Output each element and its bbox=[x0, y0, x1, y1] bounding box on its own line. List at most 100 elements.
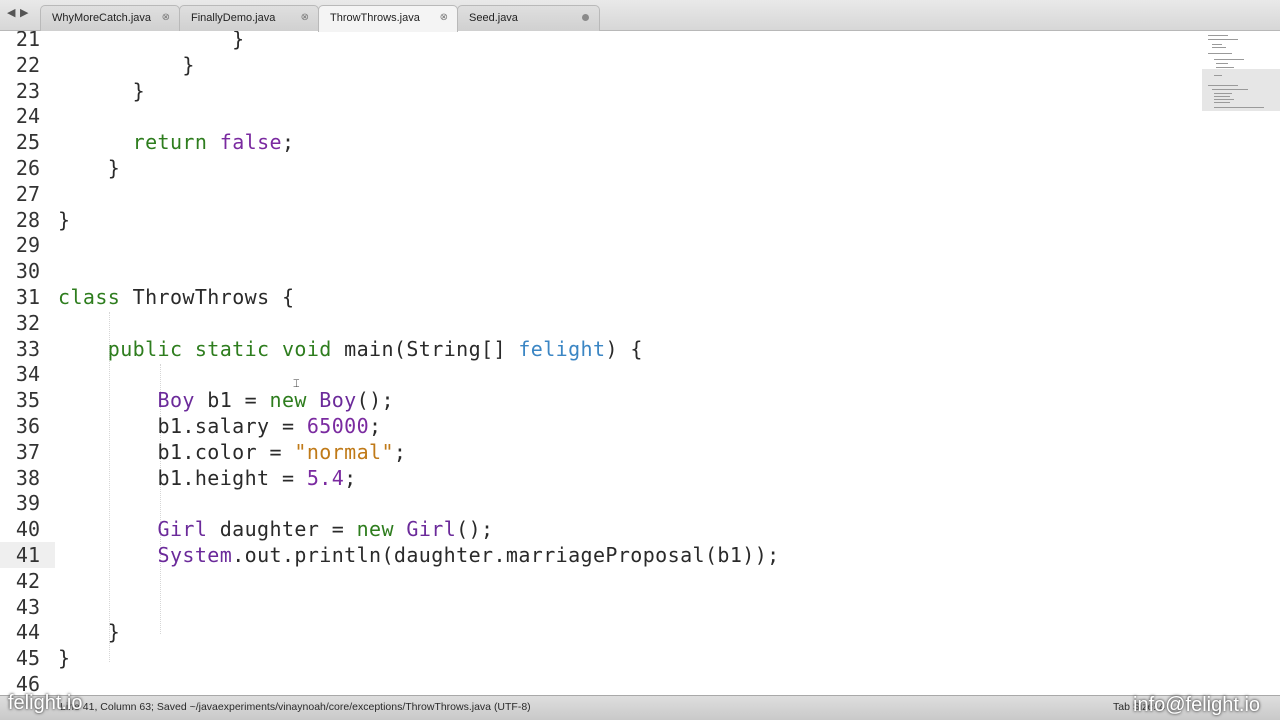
code-line[interactable]: } bbox=[58, 619, 120, 645]
close-icon[interactable]: ⊗ bbox=[162, 12, 170, 23]
code-token: ThrowThrows { bbox=[120, 285, 295, 309]
code-token: public static void bbox=[107, 336, 332, 361]
line-number: 25 bbox=[15, 130, 40, 155]
line-number: 39 bbox=[15, 491, 40, 516]
code-line[interactable]: } bbox=[58, 31, 245, 52]
tab-label: WhyMoreCatch.java bbox=[52, 12, 152, 24]
code-line[interactable]: b1.height = 5.4; bbox=[58, 465, 357, 491]
minimap[interactable] bbox=[1200, 31, 1280, 695]
code-line[interactable]: b1.color = "normal"; bbox=[58, 439, 406, 465]
code-token: System bbox=[157, 543, 233, 567]
code-editor[interactable]: 21 } 22 } 23 } 24 25 return false; 26 } 27 28} 2… bbox=[0, 31, 1200, 695]
tab-label: ThrowThrows.java bbox=[330, 12, 420, 24]
code-token: new bbox=[269, 388, 307, 413]
close-icon[interactable]: ⊗ bbox=[301, 12, 309, 23]
code-token: class bbox=[58, 285, 121, 309]
code-token: b1.salary = bbox=[58, 414, 307, 438]
code-line[interactable]: b1.salary = 65000; bbox=[58, 413, 382, 439]
code-token: } bbox=[58, 646, 71, 671]
code-line[interactable]: } bbox=[58, 155, 120, 181]
line-number: 40 bbox=[15, 517, 40, 542]
line-number: 36 bbox=[15, 414, 40, 438]
line-number: 35 bbox=[15, 388, 40, 413]
tab-whymorecatch[interactable]: WhyMoreCatch.java ⊗ bbox=[40, 5, 180, 31]
code-line[interactable]: } bbox=[58, 207, 70, 233]
code-line[interactable]: public static void main(String[] felight… bbox=[58, 336, 643, 362]
code-token: felight bbox=[518, 336, 606, 361]
code-token: ; bbox=[281, 130, 295, 155]
line-number: 31 bbox=[15, 285, 40, 309]
code-token: Girl bbox=[157, 517, 208, 542]
code-token: ) { bbox=[605, 336, 643, 361]
line-number: 41 bbox=[15, 543, 40, 567]
tab-finallydemo[interactable]: FinallyDemo.java ⊗ bbox=[179, 5, 319, 31]
line-number: 32 bbox=[15, 310, 40, 335]
code-token: "normal" bbox=[294, 439, 394, 464]
code-line[interactable]: } bbox=[58, 78, 145, 104]
text-cursor-icon: ⌶ bbox=[293, 378, 300, 390]
line-number: 26 bbox=[15, 156, 40, 180]
code-token: } bbox=[58, 156, 121, 180]
code-token: 5.4 bbox=[306, 465, 345, 490]
nav-back-icon[interactable]: ◀ bbox=[7, 6, 15, 19]
line-number: 34 bbox=[15, 362, 40, 387]
status-bar: Line 41, Column 63; Saved ~/javaexperime… bbox=[0, 695, 1280, 720]
tab-label: FinallyDemo.java bbox=[191, 12, 276, 24]
unsaved-dot-icon[interactable] bbox=[582, 14, 589, 21]
code-token: false bbox=[219, 130, 282, 155]
line-number: 38 bbox=[15, 465, 40, 490]
code-line[interactable]: Boy b1 = new Boy(); bbox=[58, 387, 394, 413]
tab-label: Seed.java bbox=[469, 12, 518, 24]
code-line[interactable]: } bbox=[58, 52, 195, 78]
line-number: 33 bbox=[15, 336, 40, 361]
nav-forward-icon[interactable]: ▶ bbox=[20, 6, 28, 19]
code-token: b1.height = bbox=[58, 465, 307, 490]
code-token: .out.println(daughter.marriageProposal(b… bbox=[232, 543, 780, 567]
code-token: ; bbox=[393, 439, 407, 464]
line-number: 44 bbox=[15, 620, 40, 645]
code-line[interactable]: } bbox=[58, 645, 70, 671]
tab-seed[interactable]: Seed.java bbox=[457, 5, 600, 31]
status-message: Line 41, Column 63; Saved ~/javaexperime… bbox=[60, 701, 531, 713]
code-token: b1.color = bbox=[58, 439, 295, 464]
code-token: (); bbox=[356, 388, 394, 413]
line-number: 21 bbox=[15, 31, 40, 51]
code-token: main(String[] bbox=[331, 336, 519, 361]
line-number: 28 bbox=[15, 207, 40, 232]
code-token: return bbox=[132, 130, 208, 155]
watermark-right: info@felight.io bbox=[1133, 694, 1261, 716]
code-line[interactable]: System.out.println(daughter.marriageProp… bbox=[58, 542, 780, 568]
code-token: } bbox=[58, 207, 71, 232]
code-token: } bbox=[58, 52, 195, 77]
line-number: 27 bbox=[15, 181, 40, 206]
code-token: daughter = bbox=[207, 517, 357, 542]
line-number: 22 bbox=[15, 52, 40, 77]
line-number: 43 bbox=[15, 594, 40, 619]
line-number: 45 bbox=[15, 646, 40, 671]
code-token: Boy bbox=[157, 388, 195, 413]
line-number: 24 bbox=[15, 104, 40, 129]
line-number: 29 bbox=[15, 233, 40, 258]
code-token: ; bbox=[369, 414, 382, 438]
line-number: 23 bbox=[15, 78, 40, 103]
close-icon[interactable]: ⊗ bbox=[440, 12, 448, 23]
watermark-left: felight.io bbox=[8, 692, 83, 714]
code-line[interactable]: Girl daughter = new Girl(); bbox=[58, 516, 494, 542]
code-token: Girl bbox=[406, 517, 457, 542]
tab-bar: ◀ ▶ WhyMoreCatch.java ⊗ FinallyDemo.java… bbox=[0, 0, 1280, 32]
tab-throwthrows[interactable]: ThrowThrows.java ⊗ bbox=[318, 5, 458, 32]
line-number: 37 bbox=[15, 439, 40, 464]
code-token: b1 = bbox=[194, 388, 270, 413]
code-line[interactable]: return false; bbox=[58, 129, 294, 155]
code-token: new bbox=[356, 517, 394, 542]
code-line[interactable]: class ThrowThrows { bbox=[58, 284, 294, 310]
code-token: } bbox=[58, 78, 146, 103]
